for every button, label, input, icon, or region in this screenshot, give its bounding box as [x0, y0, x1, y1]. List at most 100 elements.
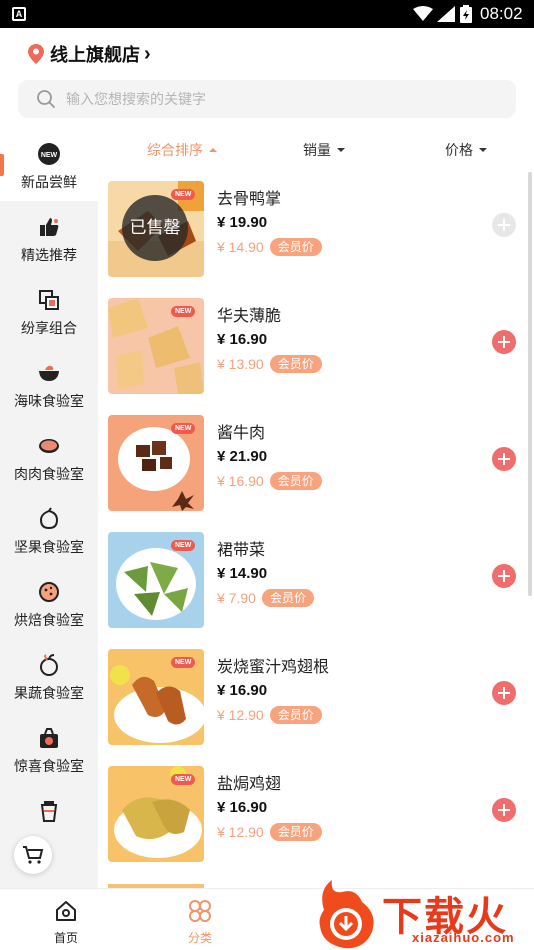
- member-tag: 会员价: [269, 823, 322, 841]
- add-to-cart-button[interactable]: [492, 330, 516, 354]
- product-price: ¥ 19.90: [217, 214, 268, 231]
- member-price: ¥ 13.90: [217, 356, 264, 372]
- product-name: 炭烧蜜汁鸡翅根: [217, 659, 330, 676]
- add-to-cart-button[interactable]: [492, 447, 516, 471]
- sidebar-item-label: 新品尝鲜: [21, 174, 77, 190]
- product-card[interactable]: NEW 已售罄 去骨鸭掌 ¥ 19.90 ¥ 14.90 会员价: [108, 181, 528, 281]
- member-tag: 会员价: [261, 589, 314, 607]
- sidebar-item-meat[interactable]: 肉肉食验室: [0, 420, 98, 493]
- nav-label: 分类: [187, 931, 212, 945]
- new-badge: NEW: [171, 540, 196, 551]
- sidebar-item-label: 坚果食验室: [14, 539, 84, 555]
- caret-down-icon: [479, 148, 487, 152]
- nav-home[interactable]: 首页: [31, 899, 101, 946]
- new-badge-icon: NEW: [38, 143, 60, 165]
- sort-tab-price[interactable]: 价格: [445, 140, 487, 160]
- watermark: 下载火 xiazaihuo.com: [316, 878, 530, 950]
- product-price: ¥ 14.90: [217, 565, 268, 582]
- product-price: ¥ 16.90: [217, 331, 268, 348]
- sort-tab-comprehensive[interactable]: 综合排序: [147, 140, 217, 160]
- member-price-row: ¥ 12.90 会员价: [217, 823, 322, 841]
- sidebar-item-label: 精选推荐: [21, 247, 77, 263]
- product-name: 去骨鸭掌: [217, 191, 282, 208]
- nav-category[interactable]: 分类: [165, 899, 235, 946]
- sort-tab-label: 价格: [445, 142, 473, 158]
- sort-tab-label: 综合排序: [147, 142, 203, 158]
- chevron-right-icon: ›: [144, 42, 151, 65]
- sidebar-item-label: 果蔬食验室: [14, 685, 84, 701]
- member-price: ¥ 12.90: [217, 824, 264, 840]
- sidebar-item-combo[interactable]: 纷享组合: [0, 274, 98, 347]
- product-name: 盐焗鸡翅: [217, 776, 282, 793]
- add-to-cart-button[interactable]: [492, 213, 516, 237]
- flame-logo-icon: [319, 880, 374, 949]
- scrollbar[interactable]: [528, 172, 532, 596]
- sidebar-item-label: 烘焙食验室: [14, 612, 84, 628]
- status-bar: A 08:02: [0, 0, 534, 28]
- sidebar-item-label: 海味食验室: [14, 393, 84, 409]
- signal-icon: [437, 6, 455, 22]
- new-badge: NEW: [171, 657, 196, 668]
- product-price: ¥ 21.90: [217, 448, 268, 465]
- app-notification-icon: A: [12, 7, 26, 21]
- location-pin-icon: [28, 44, 44, 64]
- new-badge: NEW: [171, 189, 196, 200]
- sidebar-item-recommended[interactable]: 精选推荐: [0, 201, 98, 274]
- search-input[interactable]: 输入您想搜索的关键字: [66, 89, 206, 109]
- product-price: ¥ 16.90: [217, 682, 268, 699]
- member-price: ¥ 7.90: [217, 590, 256, 606]
- member-price: ¥ 12.90: [217, 707, 264, 723]
- sidebar-item-nuts[interactable]: 坚果食验室: [0, 493, 98, 566]
- category-sidebar: NEW 新品尝鲜 精选推荐 纷享组合 海味食验室 肉肉食验室 坚果食验室 烘焙食…: [0, 128, 98, 888]
- member-price-row: ¥ 16.90 会员价: [217, 472, 322, 490]
- sold-out-overlay: 已售罄: [122, 195, 188, 261]
- sidebar-item-label: 惊喜食验室: [14, 758, 84, 774]
- cart-button[interactable]: [14, 836, 52, 874]
- product-card[interactable]: NEW 裙带菜 ¥ 14.90 ¥ 7.90 会员价: [108, 532, 528, 632]
- member-price-row: ¥ 7.90 会员价: [217, 589, 314, 607]
- search-bar[interactable]: 输入您想搜索的关键字: [18, 80, 516, 118]
- cookie-icon: [39, 582, 59, 602]
- member-price-row: ¥ 13.90 会员价: [217, 355, 322, 373]
- product-card[interactable]: NEW 华夫薄脆 ¥ 16.90 ¥ 13.90 会员价: [108, 298, 528, 398]
- sidebar-item-bakery[interactable]: 烘焙食验室: [0, 566, 98, 639]
- wifi-icon: [413, 6, 433, 21]
- sidebar-item-new[interactable]: NEW 新品尝鲜: [0, 128, 98, 201]
- clock: 08:02: [480, 4, 523, 23]
- caret-up-icon: [209, 148, 217, 152]
- sidebar-item-surprise[interactable]: 惊喜食验室: [0, 712, 98, 785]
- product-card[interactable]: NEW 酱牛肉 ¥ 21.90 ¥ 16.90 会员价: [108, 415, 528, 515]
- sort-tab-label: 销量: [303, 142, 331, 158]
- product-card[interactable]: NEW 炭烧蜜汁鸡翅根 ¥ 16.90 ¥ 12.90 会员价: [108, 649, 528, 749]
- watermark-domain: xiazaihuo.com: [412, 930, 515, 945]
- svg-text:NEW: NEW: [41, 152, 58, 159]
- product-name: 酱牛肉: [217, 425, 266, 442]
- member-tag: 会员价: [269, 706, 322, 724]
- cart-icon: [23, 846, 44, 864]
- sidebar-item-label: 纷享组合: [21, 320, 77, 336]
- new-badge: NEW: [171, 423, 196, 434]
- product-name: 华夫薄脆: [217, 308, 282, 325]
- add-to-cart-button[interactable]: [492, 798, 516, 822]
- member-price-row: ¥ 14.90 会员价: [217, 238, 322, 256]
- meat-icon: [39, 439, 59, 453]
- thumbs-up-icon: [40, 218, 59, 236]
- member-price-row: ¥ 12.90 会员价: [217, 706, 322, 724]
- caret-down-icon: [337, 148, 345, 152]
- sort-tab-sales[interactable]: 销量: [303, 140, 345, 160]
- store-selector[interactable]: 线上旗舰店 ›: [28, 42, 151, 66]
- member-tag: 会员价: [269, 472, 322, 490]
- add-to-cart-button[interactable]: [492, 681, 516, 705]
- nut-icon: [39, 507, 59, 530]
- product-card[interactable]: NEW 盐焗鸡翅 ¥ 16.90 ¥ 12.90 会员价: [108, 766, 528, 866]
- search-icon: [37, 90, 55, 108]
- store-name: 线上旗舰店: [50, 45, 140, 65]
- sidebar-item-fruit[interactable]: 果蔬食验室: [0, 639, 98, 712]
- product-name: 裙带菜: [217, 542, 266, 559]
- member-price: ¥ 14.90: [217, 239, 264, 255]
- category-icon: [189, 900, 211, 922]
- add-to-cart-button[interactable]: [492, 564, 516, 588]
- sidebar-item-seafood[interactable]: 海味食验室: [0, 347, 98, 420]
- member-price: ¥ 16.90: [217, 473, 264, 489]
- cup-icon: [40, 801, 58, 822]
